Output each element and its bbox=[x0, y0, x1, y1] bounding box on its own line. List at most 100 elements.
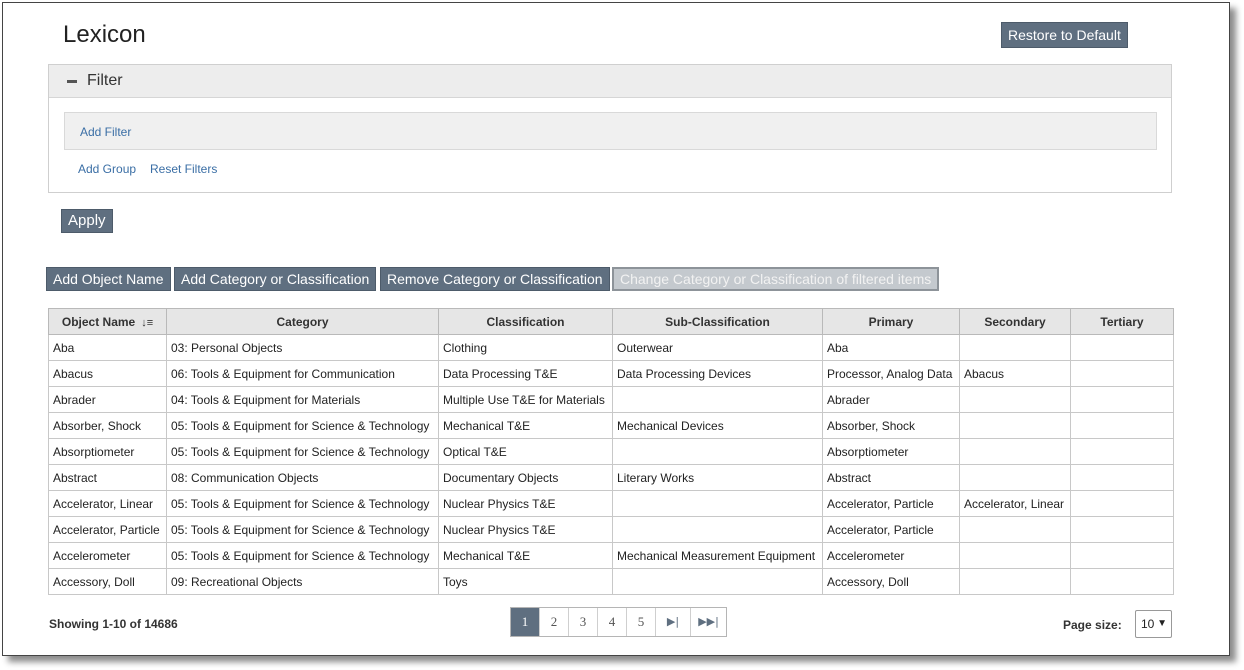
page-button-5[interactable]: 5 bbox=[627, 608, 656, 636]
table-cell: Abrader bbox=[822, 386, 960, 413]
table-cell bbox=[612, 490, 823, 517]
table-cell: Accelerometer bbox=[822, 542, 960, 569]
minus-icon[interactable] bbox=[67, 80, 77, 83]
table-cell: 04: Tools & Equipment for Materials bbox=[166, 386, 439, 413]
column-header-sub-classification[interactable]: Sub-Classification bbox=[612, 308, 823, 335]
table-cell: Absorber, Shock bbox=[48, 412, 167, 439]
table-cell: Mechanical T&E bbox=[438, 412, 613, 439]
table-cell: 05: Tools & Equipment for Science & Tech… bbox=[166, 542, 439, 569]
table-row[interactable]: Absorptiometer 05: Tools & Equipment for … bbox=[48, 438, 1174, 465]
table-cell bbox=[1070, 464, 1174, 491]
page-size-label: Page size: bbox=[1063, 618, 1122, 632]
filter-title: Filter bbox=[87, 72, 123, 89]
table-cell: Accelerator, Linear bbox=[48, 490, 167, 517]
table-cell: Absorptiometer bbox=[48, 438, 167, 465]
table-cell: Abacus bbox=[48, 360, 167, 387]
table-cell: Mechanical Devices bbox=[612, 412, 823, 439]
table-cell: Accelerator, Linear bbox=[959, 490, 1071, 517]
table-cell: Mechanical T&E bbox=[438, 542, 613, 569]
page-button-1[interactable]: 1 bbox=[511, 608, 540, 636]
lexicon-table: Object Name ↓≡ Category Classification Su… bbox=[48, 308, 1174, 595]
table-cell: 03: Personal Objects bbox=[166, 334, 439, 361]
table-cell: Data Processing Devices bbox=[612, 360, 823, 387]
column-header-primary[interactable]: Primary bbox=[822, 308, 960, 335]
table-row[interactable]: Accessory, Doll 09: Recreational Objects T… bbox=[48, 568, 1174, 595]
add-category-button[interactable]: Add Category or Classification bbox=[174, 267, 377, 291]
table-cell: 05: Tools & Equipment for Science & Tech… bbox=[166, 516, 439, 543]
remove-category-button[interactable]: Remove Category or Classification bbox=[380, 267, 610, 291]
column-header-object-name[interactable]: Object Name ↓≡ bbox=[48, 308, 167, 335]
table-row[interactable]: Accelerator, Particle 05: Tools & Equipme… bbox=[48, 516, 1174, 543]
table-cell bbox=[959, 464, 1071, 491]
table-cell bbox=[1070, 360, 1174, 387]
add-filter-box: Add Filter bbox=[64, 112, 1157, 150]
table-cell bbox=[1070, 386, 1174, 413]
column-header-category[interactable]: Category bbox=[166, 308, 439, 335]
table-cell: Mechanical Measurement Equipment bbox=[612, 542, 823, 569]
table-cell: Accelerometer bbox=[48, 542, 167, 569]
table-cell: Nuclear Physics T&E bbox=[438, 516, 613, 543]
page-title: Lexicon bbox=[63, 21, 146, 48]
table-cell bbox=[1070, 490, 1174, 517]
column-header-label: Secondary bbox=[984, 314, 1046, 329]
column-header-label: Classification bbox=[486, 314, 565, 329]
table-cell: Toys bbox=[438, 568, 613, 595]
sort-ascending-icon[interactable]: ↓≡ bbox=[141, 317, 153, 329]
column-header-secondary[interactable]: Secondary bbox=[959, 308, 1071, 335]
table-row[interactable]: Accelerator, Linear 05: Tools & Equipment… bbox=[48, 490, 1174, 517]
table-cell bbox=[612, 516, 823, 543]
table-cell: 06: Tools & Equipment for Communication bbox=[166, 360, 439, 387]
table-cell: Aba bbox=[822, 334, 960, 361]
table-cell bbox=[1070, 412, 1174, 439]
column-header-label: Sub-Classification bbox=[665, 314, 770, 329]
table-cell: Processor, Analog Data bbox=[822, 360, 960, 387]
table-cell: Accelerator, Particle bbox=[48, 516, 167, 543]
table-cell bbox=[612, 438, 823, 465]
table-cell bbox=[959, 516, 1071, 543]
table-cell: Accessory, Doll bbox=[48, 568, 167, 595]
page-size-select[interactable]: 10 ▼ bbox=[1135, 610, 1172, 638]
table-row[interactable]: Abstract 08: Communication Objects Documen… bbox=[48, 464, 1174, 491]
last-page-icon[interactable]: ▶▶| bbox=[691, 608, 726, 636]
change-category-button[interactable]: Change Category or Classification of fil… bbox=[612, 267, 940, 291]
reset-filters-link[interactable]: Reset Filters bbox=[150, 162, 217, 176]
table-cell: 09: Recreational Objects bbox=[166, 568, 439, 595]
table-cell bbox=[959, 568, 1071, 595]
table-cell bbox=[959, 386, 1071, 413]
table-row[interactable]: Abrader 04: Tools & Equipment for Materia… bbox=[48, 386, 1174, 413]
table-cell: Clothing bbox=[438, 334, 613, 361]
lexicon-window: Lexicon Restore to Default Filter Add Fi… bbox=[2, 2, 1230, 656]
table-row[interactable]: Abacus 06: Tools & Equipment for Communic… bbox=[48, 360, 1174, 387]
table-row[interactable]: Accelerometer 05: Tools & Equipment for S… bbox=[48, 542, 1174, 569]
table-cell bbox=[1070, 334, 1174, 361]
table-cell: Abstract bbox=[48, 464, 167, 491]
add-object-name-button[interactable]: Add Object Name bbox=[46, 267, 171, 291]
table-cell bbox=[1070, 542, 1174, 569]
column-header-label: Primary bbox=[868, 314, 914, 329]
table-row[interactable]: Aba 03: Personal Objects Clothing Outerwear… bbox=[48, 334, 1174, 361]
table-cell: Outerwear bbox=[612, 334, 823, 361]
table-cell: Absorptiometer bbox=[822, 438, 960, 465]
table-cell: 05: Tools & Equipment for Science & Tech… bbox=[166, 490, 439, 517]
page-button-4[interactable]: 4 bbox=[598, 608, 627, 636]
restore-to-default-button[interactable]: Restore to Default bbox=[1001, 22, 1128, 48]
table-cell: Aba bbox=[48, 334, 167, 361]
table-cell: Accelerator, Particle bbox=[822, 490, 960, 517]
add-filter-link[interactable]: Add Filter bbox=[80, 125, 131, 139]
table-row[interactable]: Absorber, Shock 05: Tools & Equipment for… bbox=[48, 412, 1174, 439]
column-header-classification[interactable]: Classification bbox=[438, 308, 613, 335]
next-page-icon[interactable]: ▶| bbox=[656, 608, 691, 636]
page-button-2[interactable]: 2 bbox=[540, 608, 569, 636]
table-cell: Absorber, Shock bbox=[822, 412, 960, 439]
table-cell: 08: Communication Objects bbox=[166, 464, 439, 491]
chevron-down-icon: ▼ bbox=[1157, 618, 1167, 629]
table-cell: Optical T&E bbox=[438, 438, 613, 465]
table-cell bbox=[612, 568, 823, 595]
add-group-link[interactable]: Add Group bbox=[78, 162, 136, 176]
column-header-tertiary[interactable]: Tertiary bbox=[1070, 308, 1174, 335]
page-button-3[interactable]: 3 bbox=[569, 608, 598, 636]
table-header-row: Object Name ↓≡ Category Classification Su… bbox=[48, 308, 1174, 335]
filter-header[interactable]: Filter bbox=[49, 65, 1171, 98]
table-cell bbox=[1070, 568, 1174, 595]
apply-button[interactable]: Apply bbox=[61, 209, 113, 233]
